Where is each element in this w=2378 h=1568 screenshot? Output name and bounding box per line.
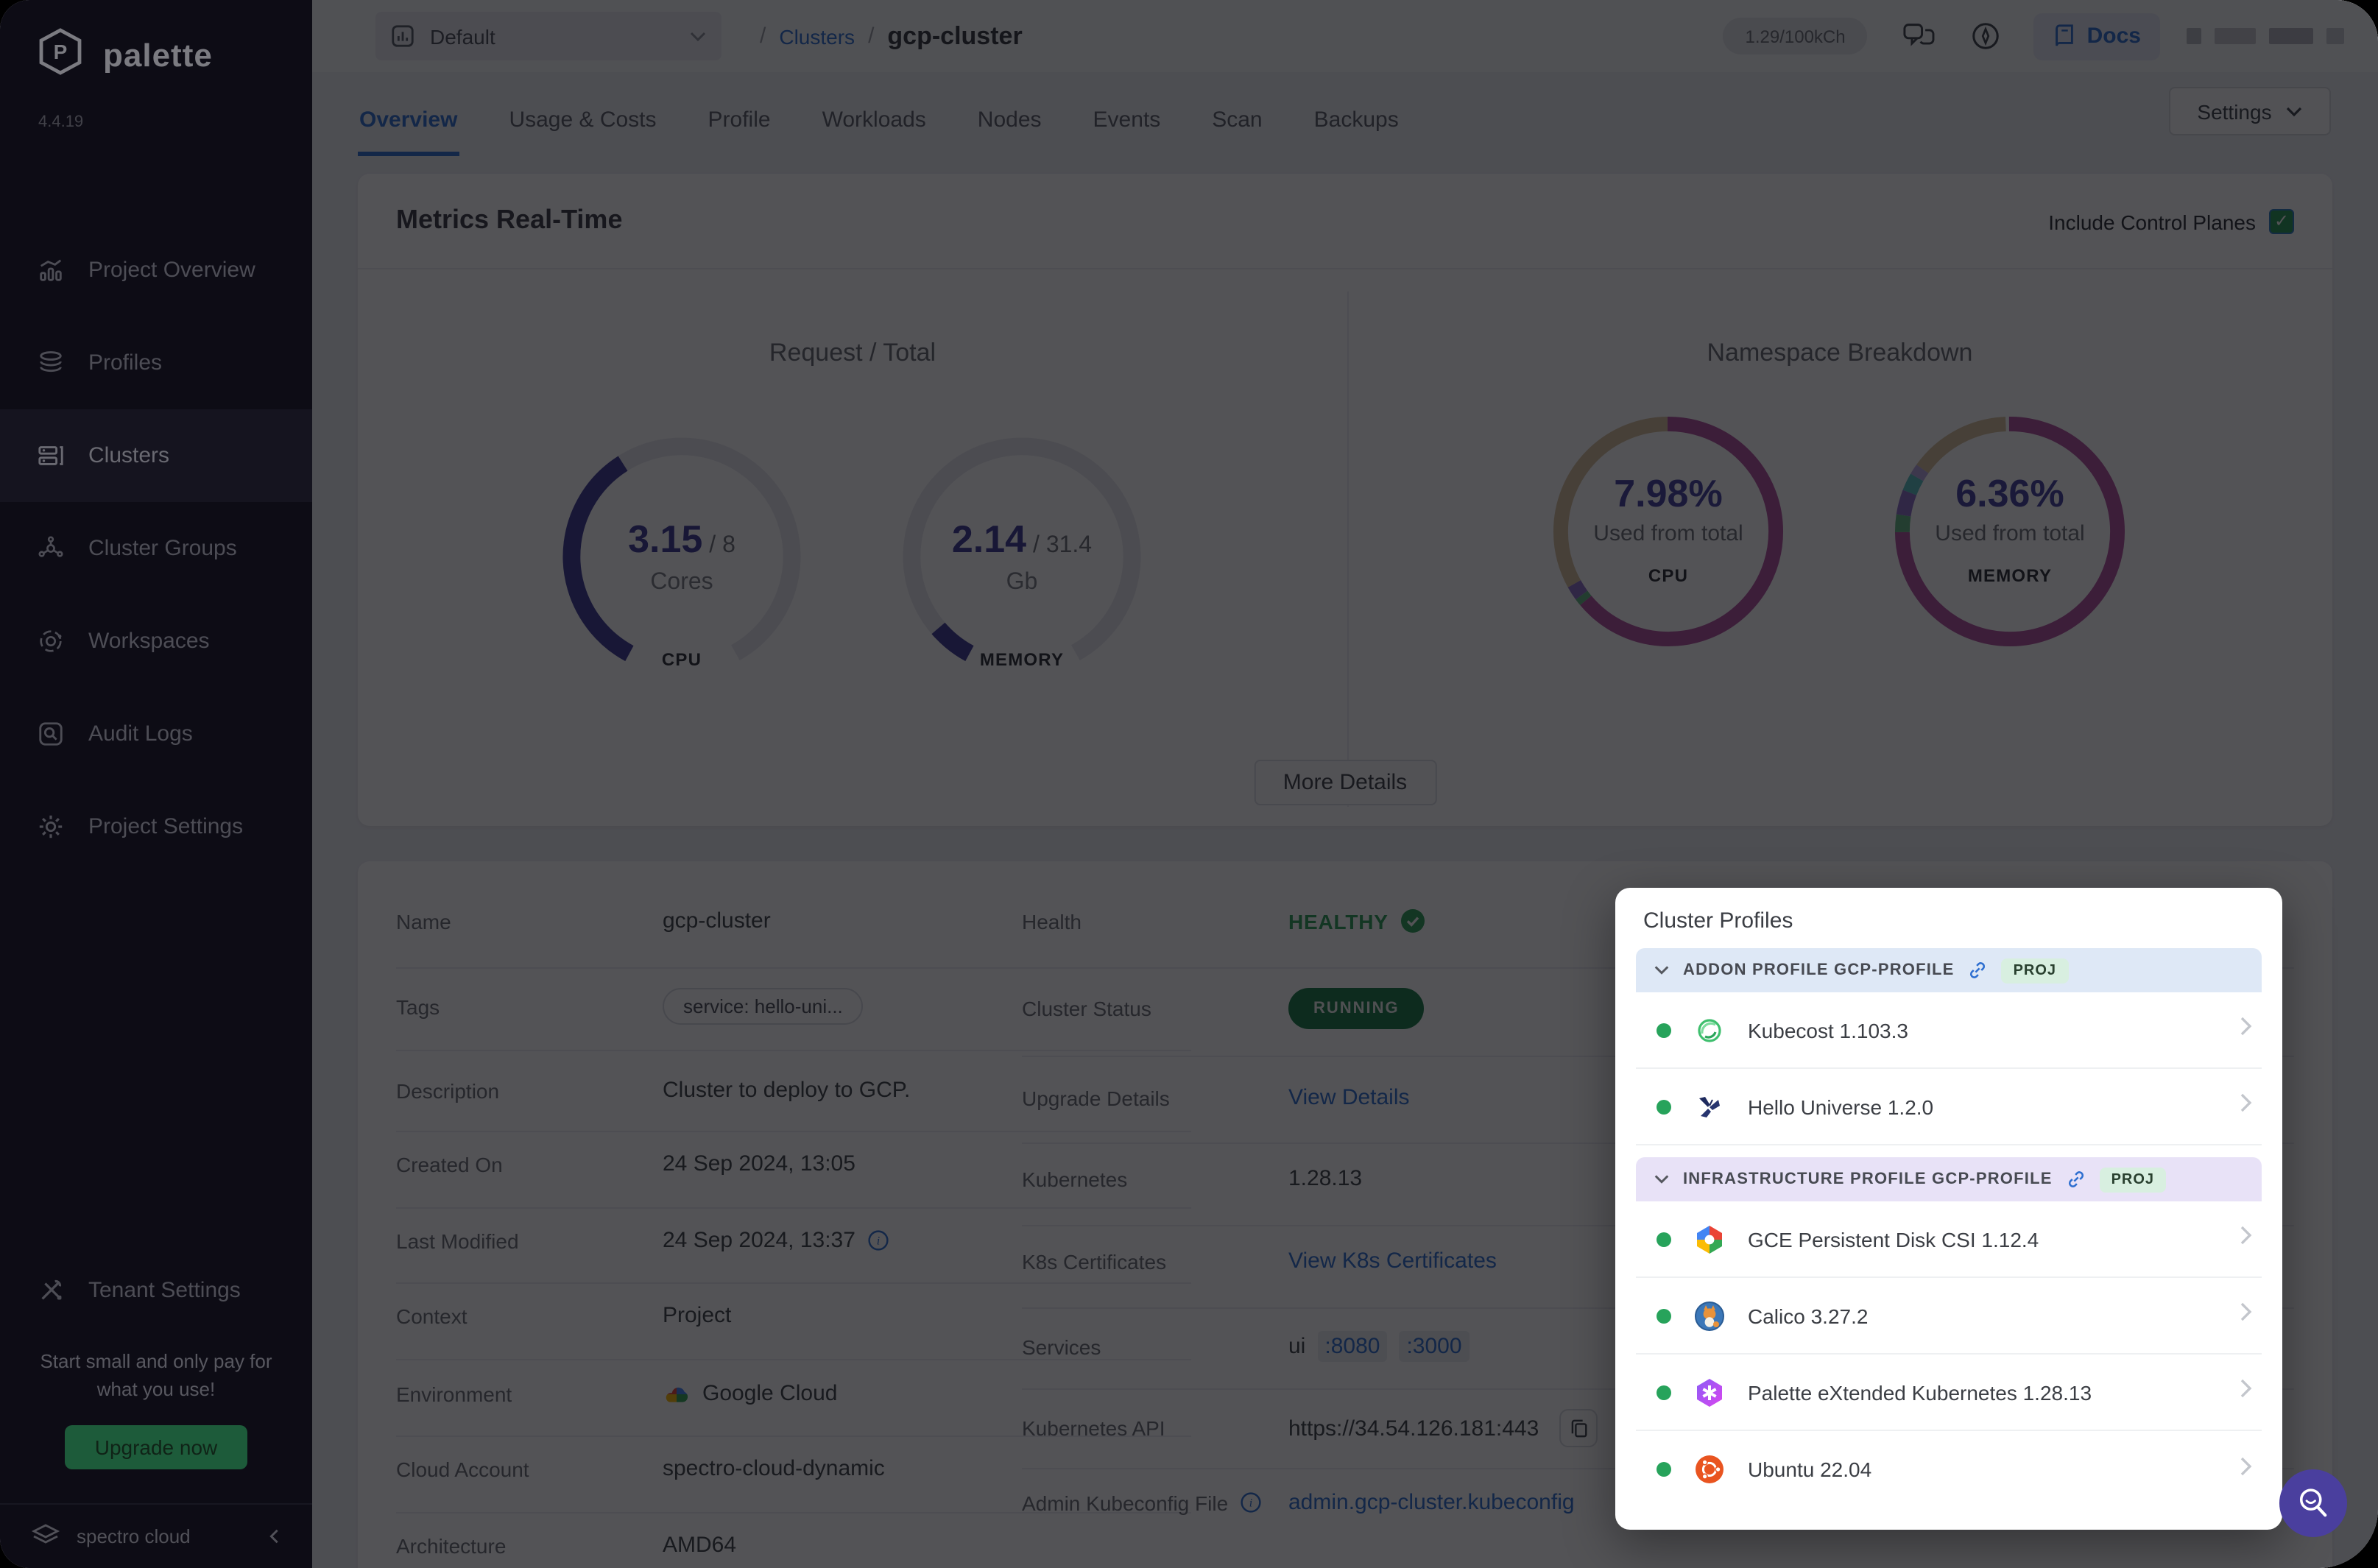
profile-item-kubecost[interactable]: Kubecost 1.103.3 <box>1636 992 2262 1069</box>
status-dot-icon <box>1657 1462 1671 1477</box>
status-dot-icon <box>1657 1099 1671 1114</box>
magnifier-smile-icon <box>2299 1488 2327 1517</box>
chevron-right-icon <box>2240 1455 2253 1483</box>
pxk-logo-icon <box>1692 1374 1727 1410</box>
profile-item-palette-extended-kubernetes[interactable]: Palette eXtended Kubernetes 1.28.13 <box>1636 1355 2262 1431</box>
gce-persistent-disk-logo-icon <box>1692 1221 1727 1257</box>
chevron-down-icon <box>1654 966 1669 975</box>
search-fab-button[interactable] <box>2279 1469 2347 1537</box>
chevron-right-icon <box>2240 1225 2253 1253</box>
link-icon <box>1970 962 1986 978</box>
calico-logo-icon <box>1692 1298 1727 1333</box>
profile-item-hello-universe[interactable]: Hello Universe 1.2.0 <box>1636 1069 2262 1145</box>
chevron-right-icon <box>2240 1016 2253 1044</box>
chevron-right-icon <box>2240 1092 2253 1120</box>
profile-item-calico[interactable]: Calico 3.27.2 <box>1636 1278 2262 1355</box>
status-dot-icon <box>1657 1232 1671 1246</box>
proj-scope-badge: PROJ <box>2099 1167 2167 1192</box>
kubecost-logo-icon <box>1692 1012 1727 1048</box>
status-dot-icon <box>1657 1385 1671 1399</box>
chevron-right-icon <box>2240 1302 2253 1329</box>
profile-item-gce-persistent-disk[interactable]: GCE Persistent Disk CSI 1.12.4 <box>1636 1201 2262 1278</box>
link-icon <box>2068 1171 2084 1187</box>
chevron-down-icon <box>1654 1175 1669 1184</box>
cluster-profiles-panel: Cluster Profiles ADDON PROFILE GCP-PROFI… <box>1615 888 2282 1530</box>
proj-scope-badge: PROJ <box>2001 958 2069 983</box>
status-dot-icon <box>1657 1308 1671 1323</box>
profile-item-ubuntu[interactable]: Ubuntu 22.04 <box>1636 1431 2262 1508</box>
ubuntu-logo-icon <box>1692 1452 1727 1487</box>
app-window: P palette 4.4.19 Project Overview Profil… <box>0 0 2378 1568</box>
infrastructure-profile-header[interactable]: INFRASTRUCTURE PROFILE GCP-PROFILE PROJ <box>1636 1157 2262 1201</box>
hello-universe-logo-icon <box>1692 1089 1727 1124</box>
chevron-right-icon <box>2240 1378 2253 1406</box>
status-dot-icon <box>1657 1023 1671 1037</box>
cluster-profiles-title: Cluster Profiles <box>1643 908 1793 933</box>
addon-profile-header[interactable]: ADDON PROFILE GCP-PROFILE PROJ <box>1636 948 2262 992</box>
